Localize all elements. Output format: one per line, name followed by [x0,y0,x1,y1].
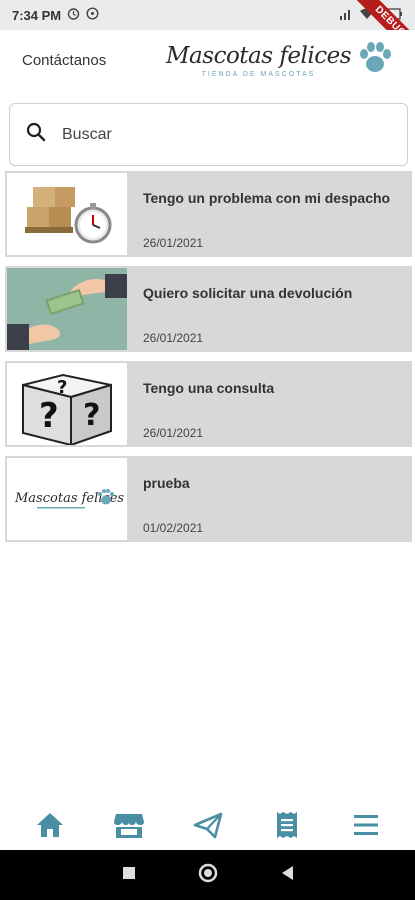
ticket-thumbnail: Mascotas felices [7,458,127,540]
question-cube-image: ? ? ? [7,363,127,445]
back-system-button[interactable] [280,865,294,886]
system-nav-bar [0,850,415,900]
ticket-date: 26/01/2021 [143,426,204,440]
square-icon [122,866,135,879]
send-icon [193,812,222,839]
whatsapp-icon [86,7,99,23]
home-system-button[interactable] [198,863,218,888]
home-icon [36,813,63,837]
svg-text:?: ? [57,377,67,398]
circle-icon [198,863,217,882]
ticket-card[interactable]: Tengo un problema con mi despacho 26/01/… [5,171,412,257]
svg-text:?: ? [83,398,100,433]
ticket-card[interactable]: Quiero solicitar una devolución 26/01/20… [5,266,412,352]
logo-sub-text: TIENDA DE MASCOTAS [201,70,316,78]
search-input[interactable] [62,125,362,144]
nav-menu-button[interactable] [344,803,388,847]
ticket-thumbnail [7,268,127,350]
brand-logo: Mascotas felices TIENDA DE MASCOTAS [166,40,393,81]
ticket-thumbnail [7,173,127,255]
back-triangle-icon [281,865,293,880]
money-exchange-image [7,268,127,350]
ticket-thumbnail: ? ? ? [7,363,127,445]
svg-text:?: ? [39,396,59,436]
nav-store-button[interactable] [107,803,151,847]
status-bar: 7:34 PM DEBUG [0,0,415,67]
paw-icon [357,40,393,81]
menu-icon [353,815,378,835]
ticket-date: 26/01/2021 [143,236,204,250]
bottom-nav [0,800,415,850]
ticket-date: 01/02/2021 [143,521,204,535]
ticket-date: 26/01/2021 [143,331,204,345]
receipt-icon [276,812,297,838]
ticket-card[interactable]: ? ? ? Tengo una consulta 26/01/2021 [5,361,412,447]
logo-main-text: Mascotas felices [166,42,352,69]
ticket-title: Tengo una consulta [143,380,275,396]
app-bar: Contáctanos Mascotas felices TIENDA DE M… [0,30,415,90]
ticket-list: Tengo un problema con mi despacho 26/01/… [5,171,412,551]
signal-icon [339,8,353,23]
ticket-title: Tengo un problema con mi despacho [143,190,391,206]
nav-receipt-button[interactable] [265,803,309,847]
boxes-stopwatch-image [7,173,127,255]
ticket-title: Quiero solicitar una devolución [143,285,353,301]
nav-send-button[interactable] [186,803,230,847]
page-title: Contáctanos [22,51,107,69]
store-icon [113,814,144,838]
search-icon [26,122,46,147]
search-bar[interactable] [9,103,408,166]
nav-home-button[interactable] [28,803,72,847]
ticket-card[interactable]: Mascotas felices prueba 01/02/2021 [5,456,412,542]
recent-apps-button[interactable] [122,866,136,885]
logo-image: Mascotas felices [7,458,127,540]
status-time: 7:34 PM [12,7,62,23]
ticket-title: prueba [143,475,190,491]
alarm-icon [67,7,80,23]
